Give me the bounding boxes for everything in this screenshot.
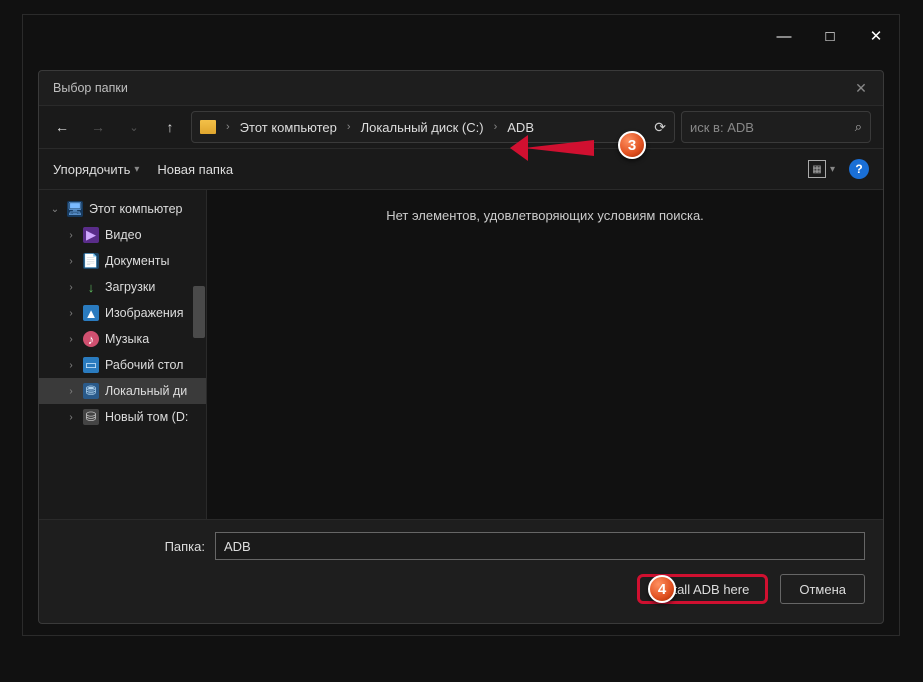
tree-item-icon: ↓ xyxy=(83,279,99,295)
sidebar-item-3[interactable]: › ↓ Загрузки xyxy=(39,274,206,300)
refresh-button[interactable]: ⟳ xyxy=(654,119,666,136)
view-grid-icon: ▦ xyxy=(808,160,826,178)
new-folder-button[interactable]: Новая папка xyxy=(157,162,233,177)
organize-menu[interactable]: Упорядочить ▾ xyxy=(53,162,139,177)
sidebar-item-7[interactable]: › ⛃ Локальный ди xyxy=(39,378,206,404)
toolbar: Упорядочить ▾ Новая папка ▦ ▾ ? xyxy=(39,149,883,189)
dialog-close-button[interactable]: ✕ xyxy=(847,74,875,102)
search-placeholder: иск в: ADB xyxy=(690,120,754,135)
chevron-icon: › xyxy=(65,334,77,345)
minimize-button[interactable]: — xyxy=(761,15,807,57)
maximize-button[interactable]: □ xyxy=(807,15,853,57)
tree-item-label: Рабочий стол xyxy=(105,358,183,372)
chevron-icon: › xyxy=(65,386,77,397)
tree-item-label: Этот компьютер xyxy=(89,202,182,216)
empty-state-text: Нет элементов, удовлетворяющих условиям … xyxy=(386,208,704,223)
sidebar-item-2[interactable]: › 📄 Документы xyxy=(39,248,206,274)
outer-titlebar: — □ ✕ xyxy=(23,15,899,57)
back-button[interactable]: ← xyxy=(47,112,77,142)
chevron-icon: ⌄ xyxy=(49,204,61,215)
help-button[interactable]: ? xyxy=(849,159,869,179)
dialog-body: ⌄ 🖥 Этот компьютер › ▶ Видео › 📄 Документы › ↓ Загр… xyxy=(39,189,883,519)
organize-label: Упорядочить xyxy=(53,162,130,177)
tree-item-icon: 📄 xyxy=(83,253,99,269)
chevron-down-icon: ▾ xyxy=(830,164,835,175)
view-mode-button[interactable]: ▦ ▾ xyxy=(808,160,835,178)
chevron-icon: › xyxy=(65,360,77,371)
window-controls: — □ ✕ xyxy=(761,15,899,57)
breadcrumb-folder[interactable]: ADB xyxy=(507,120,534,135)
tree-item-icon: ♪ xyxy=(83,331,99,347)
folder-icon xyxy=(200,120,216,134)
folder-picker-dialog: Выбор папки ✕ ← → ⌄ ↑ › Этот компьютер ›… xyxy=(38,70,884,624)
chevron-right-icon: › xyxy=(347,121,351,133)
chevron-right-icon: › xyxy=(226,121,230,133)
chevron-down-icon: ▾ xyxy=(134,164,139,175)
tree-item-label: Загрузки xyxy=(105,280,155,294)
tree-item-icon: ▭ xyxy=(83,357,99,373)
folder-tree-sidebar: ⌄ 🖥 Этот компьютер › ▶ Видео › 📄 Документы › ↓ Загр… xyxy=(39,190,207,519)
folder-field-label: Папка: xyxy=(57,539,205,554)
tree-item-icon: ▶ xyxy=(83,227,99,243)
chevron-right-icon: › xyxy=(494,121,498,133)
tree-item-icon: ⛁ xyxy=(83,409,99,425)
tree-item-icon: 🖥 xyxy=(67,201,83,217)
new-folder-label: Новая папка xyxy=(157,162,233,177)
search-icon: ⌕ xyxy=(855,119,862,135)
sidebar-item-0[interactable]: ⌄ 🖥 Этот компьютер xyxy=(39,196,206,222)
chevron-icon: › xyxy=(65,282,77,293)
sidebar-item-8[interactable]: › ⛁ Новый том (D: xyxy=(39,404,206,430)
tree-item-label: Изображения xyxy=(105,306,184,320)
tree-item-label: Музыка xyxy=(105,332,149,346)
recent-dropdown-icon[interactable]: ⌄ xyxy=(119,112,149,142)
sidebar-item-1[interactable]: › ▶ Видео xyxy=(39,222,206,248)
annotation-arrow-icon xyxy=(524,140,594,156)
breadcrumb-root[interactable]: Этот компьютер xyxy=(240,120,337,135)
file-list-pane: Нет элементов, удовлетворяющих условиям … xyxy=(207,190,883,519)
chevron-icon: › xyxy=(65,256,77,267)
dialog-title: Выбор папки xyxy=(53,81,128,95)
breadcrumb-drive[interactable]: Локальный диск (C:) xyxy=(361,120,484,135)
annotation-marker-4: 4 xyxy=(648,575,676,603)
folder-name-input[interactable] xyxy=(215,532,865,560)
sidebar-item-4[interactable]: › ▲ Изображения xyxy=(39,300,206,326)
sidebar-item-6[interactable]: › ▭ Рабочий стол xyxy=(39,352,206,378)
dialog-titlebar: Выбор папки ✕ xyxy=(39,71,883,105)
tree-item-label: Видео xyxy=(105,228,142,242)
tree-item-label: Новый том (D: xyxy=(105,410,188,424)
search-input[interactable]: иск в: ADB ⌕ xyxy=(681,111,871,143)
annotation-marker-3: 3 xyxy=(618,131,646,159)
scrollbar-thumb[interactable] xyxy=(193,286,205,338)
navigation-bar: ← → ⌄ ↑ › Этот компьютер › Локальный дис… xyxy=(39,105,883,149)
chevron-icon: › xyxy=(65,308,77,319)
dialog-footer: Папка: Install ADB here Отмена xyxy=(39,519,883,620)
up-button[interactable]: ↑ xyxy=(155,112,185,142)
chevron-icon: › xyxy=(65,230,77,241)
tree-item-label: Документы xyxy=(105,254,169,268)
close-button[interactable]: ✕ xyxy=(853,15,899,57)
tree-item-label: Локальный ди xyxy=(105,384,187,398)
forward-button[interactable]: → xyxy=(83,112,113,142)
chevron-icon: › xyxy=(65,412,77,423)
sidebar-item-5[interactable]: › ♪ Музыка xyxy=(39,326,206,352)
tree-item-icon: ▲ xyxy=(83,305,99,321)
address-bar[interactable]: › Этот компьютер › Локальный диск (C:) ›… xyxy=(191,111,675,143)
tree-item-icon: ⛃ xyxy=(83,383,99,399)
cancel-button[interactable]: Отмена xyxy=(780,574,865,604)
